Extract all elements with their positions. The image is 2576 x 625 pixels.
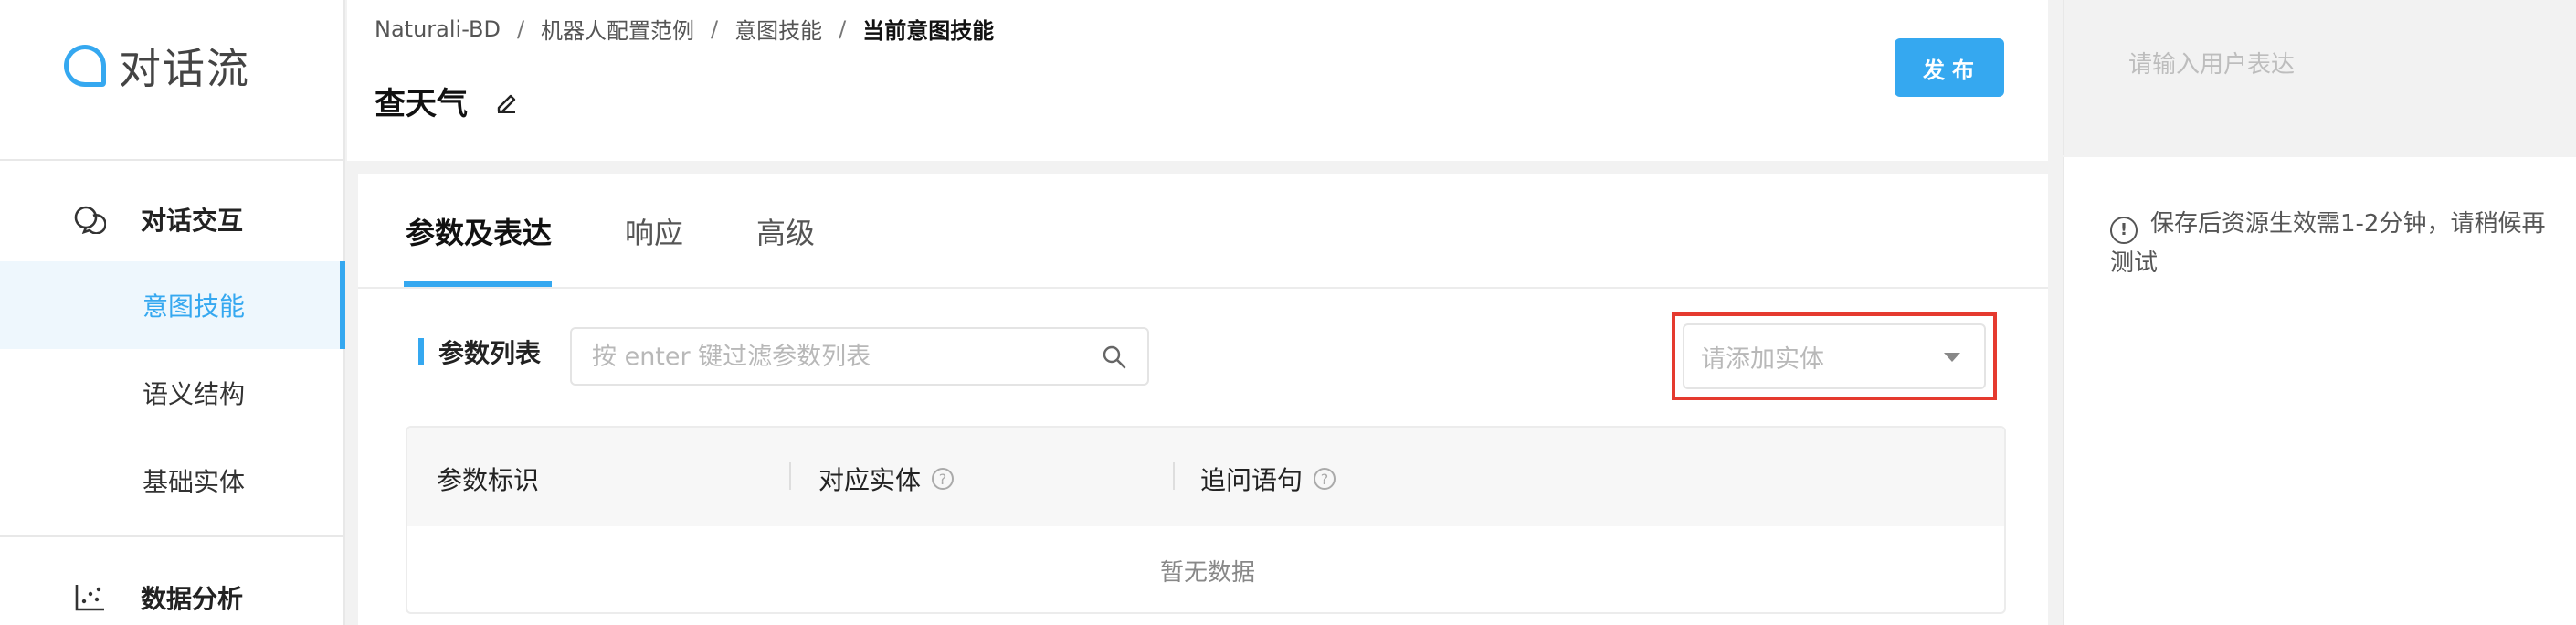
- breadcrumb-separator: /: [516, 16, 525, 42]
- column-header-param-id: 参数标识: [437, 461, 539, 497]
- sidebar-divider: [0, 159, 345, 161]
- test-notice: ! 保存后资源生效需1-2分钟，请稍候再测试: [2110, 205, 2567, 282]
- param-search-input[interactable]: [592, 342, 1085, 371]
- breadcrumb: Naturali-BD / 机器人配置范例 / 意图技能 / 当前意图技能: [375, 13, 994, 45]
- param-list-label: 参数列表: [418, 338, 541, 368]
- user-expression-input[interactable]: [2128, 51, 2530, 79]
- search-icon[interactable]: [1102, 344, 1127, 370]
- edit-pencil-icon[interactable]: [495, 90, 519, 113]
- sidebar: 对话流 对话交互 意图技能 语义结构 基础实体 数据分析: [0, 0, 345, 625]
- sidebar-divider: [0, 535, 345, 537]
- intent-editor-card: 参数及表达 响应 高级 参数列表 请添加实体 参数标识: [358, 174, 2048, 625]
- sidebar-item-semantic-structure[interactable]: 语义结构: [0, 349, 345, 437]
- param-search-box[interactable]: [570, 327, 1149, 386]
- table-header: 参数标识 对应实体 ? 追问语句 ?: [407, 428, 2004, 526]
- test-input-bar: [2063, 0, 2576, 155]
- page-title: 查天气: [375, 79, 519, 123]
- nav-group-dialogue[interactable]: 对话交互: [73, 201, 243, 238]
- breadcrumb-current: 当前意图技能: [862, 18, 995, 44]
- column-header-label: 对应实体: [818, 465, 922, 495]
- add-entity-select[interactable]: 请添加实体: [1683, 323, 1986, 389]
- column-header-prompt: 追问语句 ?: [1200, 461, 1336, 497]
- chevron-down-icon: [1944, 353, 1960, 362]
- nav-group-data-analysis[interactable]: 数据分析: [73, 579, 243, 616]
- tab-response[interactable]: 响应: [625, 210, 683, 252]
- tab-advanced[interactable]: 高级: [756, 210, 815, 252]
- tab-params-expressions[interactable]: 参数及表达: [406, 210, 552, 252]
- sidebar-item-label: 语义结构: [143, 379, 246, 409]
- app-logo[interactable]: 对话流: [64, 40, 250, 93]
- sidebar-item-basic-entities[interactable]: 基础实体: [0, 437, 345, 524]
- publish-button[interactable]: 发布: [1895, 38, 2004, 97]
- breadcrumb-separator: /: [711, 16, 719, 42]
- scatter-chart-icon: [75, 585, 104, 611]
- help-circle-icon[interactable]: ?: [932, 468, 955, 490]
- column-header-label: 参数标识: [437, 465, 540, 495]
- sidebar-item-intent-skills[interactable]: 意图技能: [0, 261, 345, 349]
- logo-icon: [64, 45, 106, 87]
- column-header-label: 追问语句: [1200, 465, 1304, 495]
- breadcrumb-separator: /: [839, 16, 847, 42]
- breadcrumb-item[interactable]: 机器人配置范例: [541, 13, 694, 45]
- notice-text: 保存后资源生效需1-2分钟，请稍候再测试: [2110, 210, 2546, 277]
- help-circle-icon[interactable]: ?: [1314, 468, 1336, 490]
- column-divider: [789, 462, 791, 490]
- add-entity-placeholder: 请添加实体: [1701, 344, 1824, 374]
- test-panel: ! 保存后资源生效需1-2分钟，请稍候再测试: [2063, 157, 2576, 625]
- app-root: 对话流 对话交互 意图技能 语义结构 基础实体 数据分析 Naturali-BD…: [0, 0, 2576, 625]
- column-header-entity: 对应实体 ?: [818, 461, 955, 497]
- sidebar-item-label: 意图技能: [143, 291, 246, 322]
- tab-bar: 参数及表达 响应 高级: [358, 174, 2048, 289]
- chat-bubbles-icon: [74, 206, 106, 234]
- page-header: Naturali-BD / 机器人配置范例 / 意图技能 / 当前意图技能 查天…: [347, 0, 2048, 161]
- nav-group-data-analysis-label: 数据分析: [141, 584, 244, 614]
- breadcrumb-item[interactable]: 意图技能: [734, 13, 822, 45]
- logo-text: 对话流: [119, 44, 250, 93]
- column-divider: [1173, 462, 1175, 490]
- info-circle-icon: !: [2110, 217, 2138, 244]
- param-table: 参数标识 对应实体 ? 追问语句 ? 暂无数据: [406, 426, 2006, 614]
- sidebar-item-label: 基础实体: [143, 467, 246, 497]
- active-tab-indicator: [404, 281, 552, 287]
- empty-state: 暂无数据: [1159, 558, 1255, 587]
- page-title-text: 查天气: [375, 86, 468, 122]
- nav-group-dialogue-label: 对话交互: [141, 206, 244, 236]
- breadcrumb-item[interactable]: Naturali-BD: [375, 16, 501, 42]
